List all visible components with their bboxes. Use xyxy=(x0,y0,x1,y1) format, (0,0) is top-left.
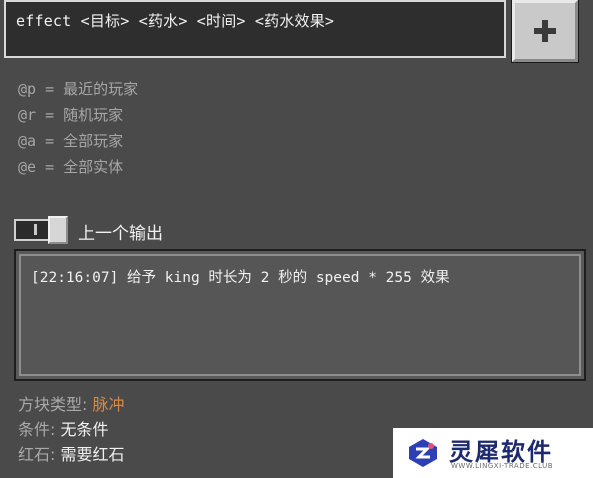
previous-output-toggle[interactable] xyxy=(14,216,68,244)
redstone-row[interactable]: 红石: 需要红石 xyxy=(18,442,125,467)
legend-item: @r = 随机玩家 xyxy=(18,106,124,124)
legend-item: @e = 全部实体 xyxy=(18,158,124,176)
redstone-key: 红石: xyxy=(18,445,56,464)
legend-item: @p = 最近的玩家 xyxy=(18,80,139,98)
output-log-text: [22:16:07] 给予 king 时长为 2 秒的 speed * 255 … xyxy=(31,270,450,286)
block-info: 方块类型: 脉冲 条件: 无条件 红石: 需要红石 xyxy=(18,392,125,467)
toggle-knob[interactable] xyxy=(48,216,68,244)
watermark-subtitle: WWW.LINGXI-TRADE.CLUB xyxy=(451,462,554,470)
condition-value: 无条件 xyxy=(60,420,109,439)
condition-key: 条件: xyxy=(18,420,56,439)
toggle-off-mark-icon xyxy=(34,224,37,235)
block-type-key: 方块类型: xyxy=(18,395,88,414)
previous-output-label: 上一个输出 xyxy=(78,224,163,244)
add-button[interactable] xyxy=(512,0,578,62)
block-type-value: 脉冲 xyxy=(92,395,125,414)
lingxi-logo-icon xyxy=(409,439,437,467)
redstone-value: 需要红石 xyxy=(60,445,125,464)
plus-icon xyxy=(534,20,556,42)
watermark: 灵犀软件 WWW.LINGXI-TRADE.CLUB xyxy=(393,428,593,478)
condition-row[interactable]: 条件: 无条件 xyxy=(18,417,125,442)
output-log: [22:16:07] 给予 king 时长为 2 秒的 speed * 255 … xyxy=(14,249,586,381)
output-log-inner: [22:16:07] 给予 king 时长为 2 秒的 speed * 255 … xyxy=(19,254,581,376)
legend-item: @a = 全部玩家 xyxy=(18,132,124,150)
command-input[interactable]: effect <目标> <药水> <时间> <药水效果> xyxy=(4,0,506,58)
selector-legend: @p = 最近的玩家 @r = 随机玩家 @a = 全部玩家 @e = 全部实体 xyxy=(18,76,138,180)
block-type-row[interactable]: 方块类型: 脉冲 xyxy=(18,392,125,417)
command-text: effect <目标> <药水> <时间> <药水效果> xyxy=(16,12,335,30)
